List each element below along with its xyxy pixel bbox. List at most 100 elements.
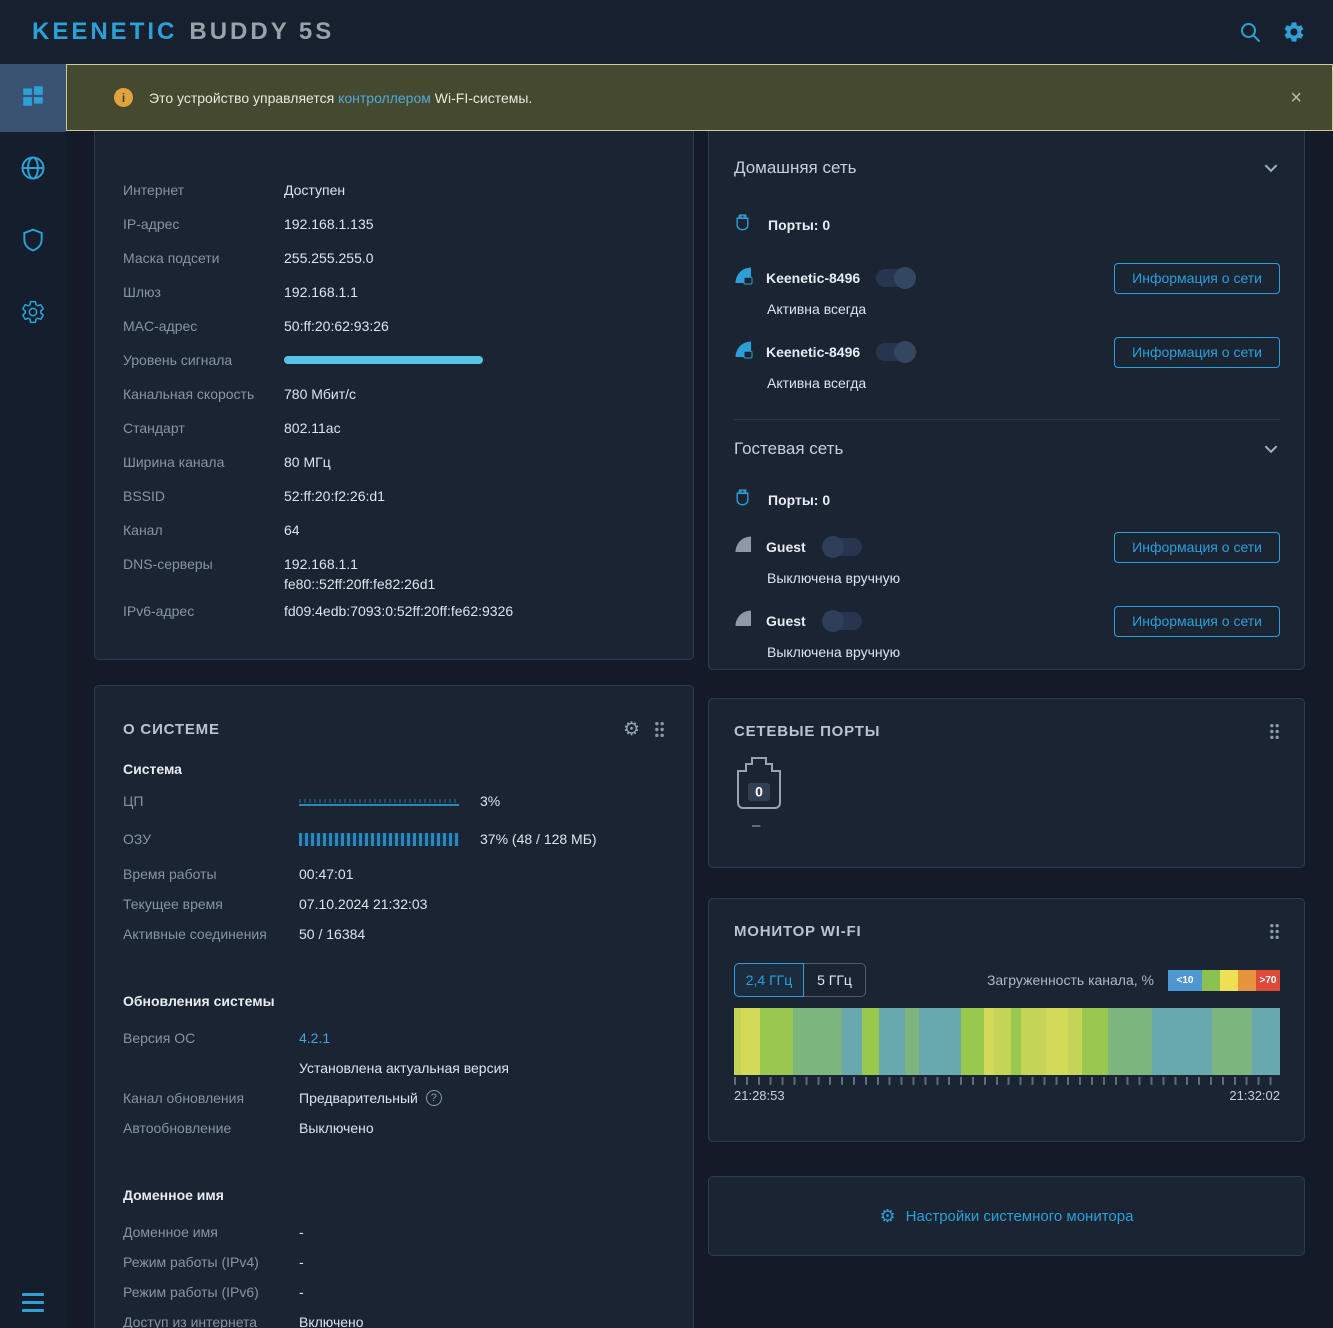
info-row: MAC-адрес50:ff:20:62:93:26 xyxy=(123,309,665,343)
brand-secondary: BUDDY 5S xyxy=(189,18,334,46)
wifi-toggle[interactable] xyxy=(822,538,862,556)
time-start-label: 21:28:53 xyxy=(734,1088,785,1103)
info-row: DNS-серверы 192.168.1.1fe80::52ff:20ff:f… xyxy=(123,547,665,601)
channel-load-band xyxy=(961,1008,984,1075)
band-tabs: 2,4 ГГц 5 ГГц xyxy=(734,963,866,997)
os-status-row: Установлена актуальная версия xyxy=(123,1053,665,1083)
networks-panel: Домашняя сеть Порты: 0 Keenetic-8496 Инф… xyxy=(708,120,1305,670)
network-status: Выключена вручную xyxy=(767,644,1280,664)
cpu-usage-bar xyxy=(299,797,459,806)
dashboard-icon xyxy=(20,83,46,114)
drag-handle-icon[interactable] xyxy=(654,721,665,738)
domain-row: Доменное имя- xyxy=(123,1217,665,1247)
network-ports-panel: СЕТЕВЫЕ ПОРТЫ 0 – xyxy=(708,698,1305,868)
legend-label: Загруженность канала, % xyxy=(987,972,1154,988)
legend-segment: <10 xyxy=(1168,970,1202,991)
network-info-button[interactable]: Информация о сети xyxy=(1114,532,1280,563)
notification-banner: i Это устройство управляется контроллеро… xyxy=(66,64,1333,131)
channel-load-band xyxy=(984,1008,994,1075)
current-time-row: Текущее время07.10.2024 21:32:03 xyxy=(123,889,665,919)
network-info-button[interactable]: Информация о сети xyxy=(1114,337,1280,368)
domain-row: Режим работы (IPv6)- xyxy=(123,1277,665,1307)
monitor-settings-panel: ⚙ Настройки системного монитора xyxy=(708,1176,1305,1256)
info-row: ИнтернетДоступен xyxy=(123,173,665,207)
sidebar-item-management[interactable] xyxy=(0,278,66,350)
update-channel-row: Канал обновления Предварительный ? xyxy=(123,1083,665,1113)
time-end-label: 21:32:02 xyxy=(1229,1088,1280,1103)
cpu-row: ЦП 3% xyxy=(123,787,665,815)
os-version-link[interactable]: 4.2.1 xyxy=(299,1030,330,1046)
legend-segment: >70 xyxy=(1256,970,1280,991)
menu-toggle-icon[interactable] xyxy=(0,1293,66,1312)
wifi-toggle[interactable] xyxy=(876,269,916,287)
home-network-item: Keenetic-8496 Информация о сети xyxy=(734,337,1280,367)
system-panel: О СИСТЕМЕ ⚙ Система ЦП 3% ОЗУ 37% (48 / … xyxy=(94,685,694,1328)
sidebar-item-dashboard[interactable] xyxy=(0,64,66,132)
ram-row: ОЗУ 37% (48 / 128 МБ) xyxy=(123,825,665,853)
network-info-button[interactable]: Информация о сети xyxy=(1114,606,1280,637)
chevron-down-icon[interactable] xyxy=(1262,159,1280,177)
signal-level-bar xyxy=(284,356,483,364)
banner-close-icon[interactable]: × xyxy=(1290,88,1302,108)
home-ports-row: Порты: 0 xyxy=(734,213,1280,237)
network-status: Выключена вручную xyxy=(767,570,1280,590)
info-row: IPv6-адресfd09:4edb:7093:0:52ff:20ff:fe6… xyxy=(123,601,665,635)
uptime-row: Время работы00:47:01 xyxy=(123,859,665,889)
sidebar xyxy=(0,64,66,1328)
help-icon[interactable]: ? xyxy=(426,1090,442,1106)
channel-load-band xyxy=(1252,1008,1280,1075)
channel-load-band xyxy=(1108,1008,1152,1075)
chevron-down-icon[interactable] xyxy=(1262,440,1280,458)
wifi-toggle[interactable] xyxy=(822,612,862,630)
home-network-header: Домашняя сеть xyxy=(734,155,1280,181)
drag-handle-icon[interactable] xyxy=(1269,723,1280,740)
banner-text-before: Это устройство управляется xyxy=(149,90,334,106)
gear-icon: ⚙ xyxy=(880,1207,896,1225)
controller-link[interactable]: контроллером xyxy=(338,90,431,106)
domain-row: Режим работы (IPv4)- xyxy=(123,1247,665,1277)
info-row: Канал64 xyxy=(123,513,665,547)
home-network-item: Keenetic-8496 Информация о сети xyxy=(734,263,1280,293)
signal-row: Уровень сигнала xyxy=(123,343,665,377)
channel-load-band xyxy=(1021,1008,1046,1075)
ethernet-jack-icon[interactable]: 0 xyxy=(736,756,1280,815)
domain-row: Доступ из интернетаВключено xyxy=(123,1307,665,1328)
channel-load-band xyxy=(842,1008,862,1075)
wifi-icon xyxy=(734,535,754,560)
port-sublabel: – xyxy=(752,817,1280,834)
legend-segment xyxy=(1238,970,1256,991)
globe-icon xyxy=(19,154,47,187)
topbar: KEENETIC BUDDY 5S xyxy=(0,0,1333,64)
wifi-lock-icon xyxy=(734,340,754,365)
time-axis-ticks xyxy=(734,1077,1280,1085)
section-header-system: Система xyxy=(123,761,665,777)
tab-5ghz[interactable]: 5 ГГц xyxy=(804,963,866,997)
search-icon[interactable] xyxy=(1237,19,1263,45)
widget-settings-icon[interactable]: ⚙ xyxy=(623,720,640,739)
channel-load-band xyxy=(793,1008,843,1075)
info-row: Маска подсети255.255.255.0 xyxy=(123,241,665,275)
info-row: IP-адрес192.168.1.135 xyxy=(123,207,665,241)
monitor-settings-link[interactable]: ⚙ Настройки системного монитора xyxy=(880,1207,1134,1225)
section-header-updates: Обновления системы xyxy=(123,993,665,1009)
app-window: KEENETIC BUDDY 5S xyxy=(0,0,1333,1328)
brand-logo: KEENETIC BUDDY 5S xyxy=(32,18,334,46)
section-header-domain: Доменное имя xyxy=(123,1187,665,1203)
sidebar-item-internet[interactable] xyxy=(0,134,66,206)
info-row: BSSID52:ff:20:f2:26:d1 xyxy=(123,479,665,513)
wifi-toggle[interactable] xyxy=(876,343,916,361)
settings-gear-icon[interactable] xyxy=(1281,19,1307,45)
legend-segment xyxy=(1220,970,1238,991)
drag-handle-icon[interactable] xyxy=(1269,923,1280,940)
channel-load-band xyxy=(1082,1008,1108,1075)
topbar-actions xyxy=(1237,19,1307,45)
svg-text:0: 0 xyxy=(755,784,763,800)
network-info-button[interactable]: Информация о сети xyxy=(1114,263,1280,294)
channel-load-band xyxy=(734,1008,741,1075)
tab-24ghz[interactable]: 2,4 ГГц xyxy=(734,963,804,997)
channel-load-band xyxy=(1212,1008,1253,1075)
brand-primary: KEENETIC xyxy=(32,18,177,46)
sidebar-item-security[interactable] xyxy=(0,206,66,278)
legend-scale: <10 >70 xyxy=(1168,970,1280,991)
channel-load-band xyxy=(879,1008,905,1075)
